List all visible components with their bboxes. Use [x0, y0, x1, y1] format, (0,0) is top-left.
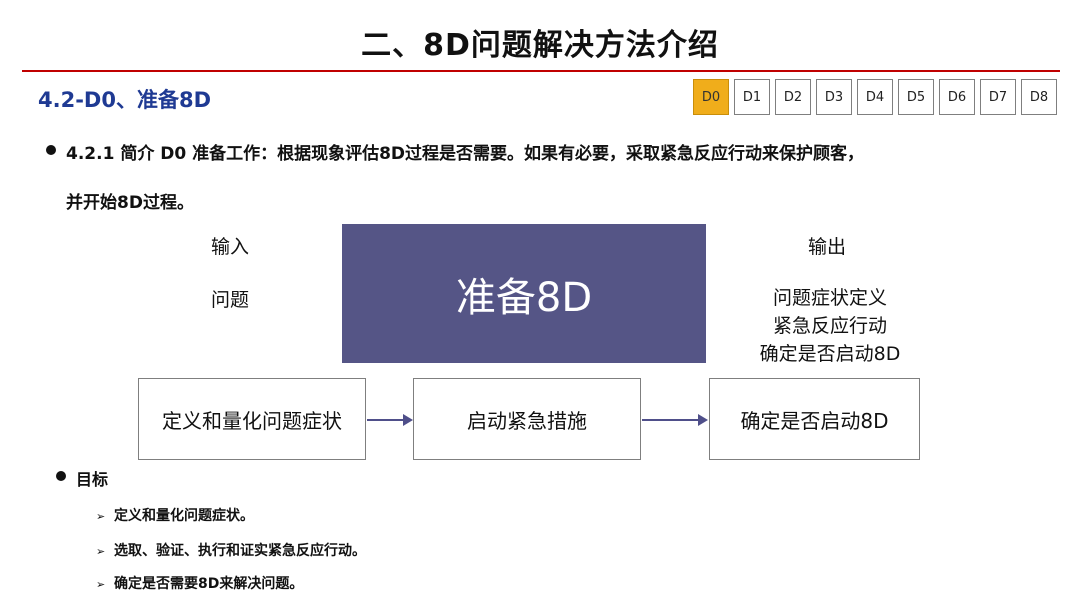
arrow-right-icon	[642, 414, 708, 426]
arrow-right-icon	[367, 414, 413, 426]
flow-box-label: 启动紧急措施	[467, 408, 587, 433]
flow-box-label: 确定是否启动8D	[740, 408, 889, 433]
input-label: 输入	[211, 236, 250, 258]
flow-box-label: 定义和量化问题症状	[162, 408, 342, 433]
arrow-bullet-icon: ➢	[96, 578, 106, 591]
goal-text: 选取、验证、执行和证实紧急反应行动。	[114, 543, 366, 559]
output-label: 输出	[808, 236, 847, 258]
step-d4[interactable]: D4	[857, 79, 893, 115]
bullet-icon	[56, 471, 66, 481]
intro-text-line1: 4.2.1 简介 D0 准备工作：根据现象评估8D过程是否需要。如果有必要，采取…	[66, 144, 865, 164]
title-divider	[22, 70, 1060, 72]
goal-text: 定义和量化问题症状。	[114, 508, 254, 524]
output-item: 确定是否启动8D	[759, 343, 901, 365]
step-d6[interactable]: D6	[939, 79, 975, 115]
step-d0[interactable]: D0	[693, 79, 729, 115]
flow-box-define: 定义和量化问题症状	[138, 378, 366, 460]
goal-item: ➢ 确定是否需要8D来解决问题。	[96, 573, 303, 593]
output-list: 问题症状定义 紧急反应行动 确定是否启动8D	[740, 284, 920, 368]
bullet-icon	[46, 145, 56, 155]
goal-item: ➢ 定义和量化问题症状。	[96, 505, 254, 525]
arrow-bullet-icon: ➢	[96, 510, 106, 523]
input-item: 问题	[211, 289, 250, 311]
output-item: 问题症状定义	[772, 287, 887, 309]
goals-title: 目标	[76, 470, 109, 489]
flow-box-decide: 确定是否启动8D	[709, 378, 920, 460]
arrow-bullet-icon: ➢	[96, 545, 106, 558]
step-d2[interactable]: D2	[775, 79, 811, 115]
slide-title: 二、8D问题解决方法介绍	[361, 28, 719, 63]
center-process-box: 准备8D	[342, 224, 706, 363]
step-navigator: D0 D1 D2 D3 D4 D5 D6 D7 D8	[693, 79, 1062, 115]
intro-text-line2: 并开始8D过程。	[66, 193, 194, 213]
flow-box-emergency: 启动紧急措施	[413, 378, 641, 460]
step-d3[interactable]: D3	[816, 79, 852, 115]
goal-text: 确定是否需要8D来解决问题。	[114, 576, 304, 592]
goal-item: ➢ 选取、验证、执行和证实紧急反应行动。	[96, 540, 366, 560]
step-d7[interactable]: D7	[980, 79, 1016, 115]
step-d8[interactable]: D8	[1021, 79, 1057, 115]
step-d5[interactable]: D5	[898, 79, 934, 115]
center-process-label: 准备8D	[455, 274, 593, 321]
section-title: 4.2-D0、准备8D	[38, 88, 212, 112]
output-item: 紧急反应行动	[772, 315, 887, 337]
step-d1[interactable]: D1	[734, 79, 770, 115]
